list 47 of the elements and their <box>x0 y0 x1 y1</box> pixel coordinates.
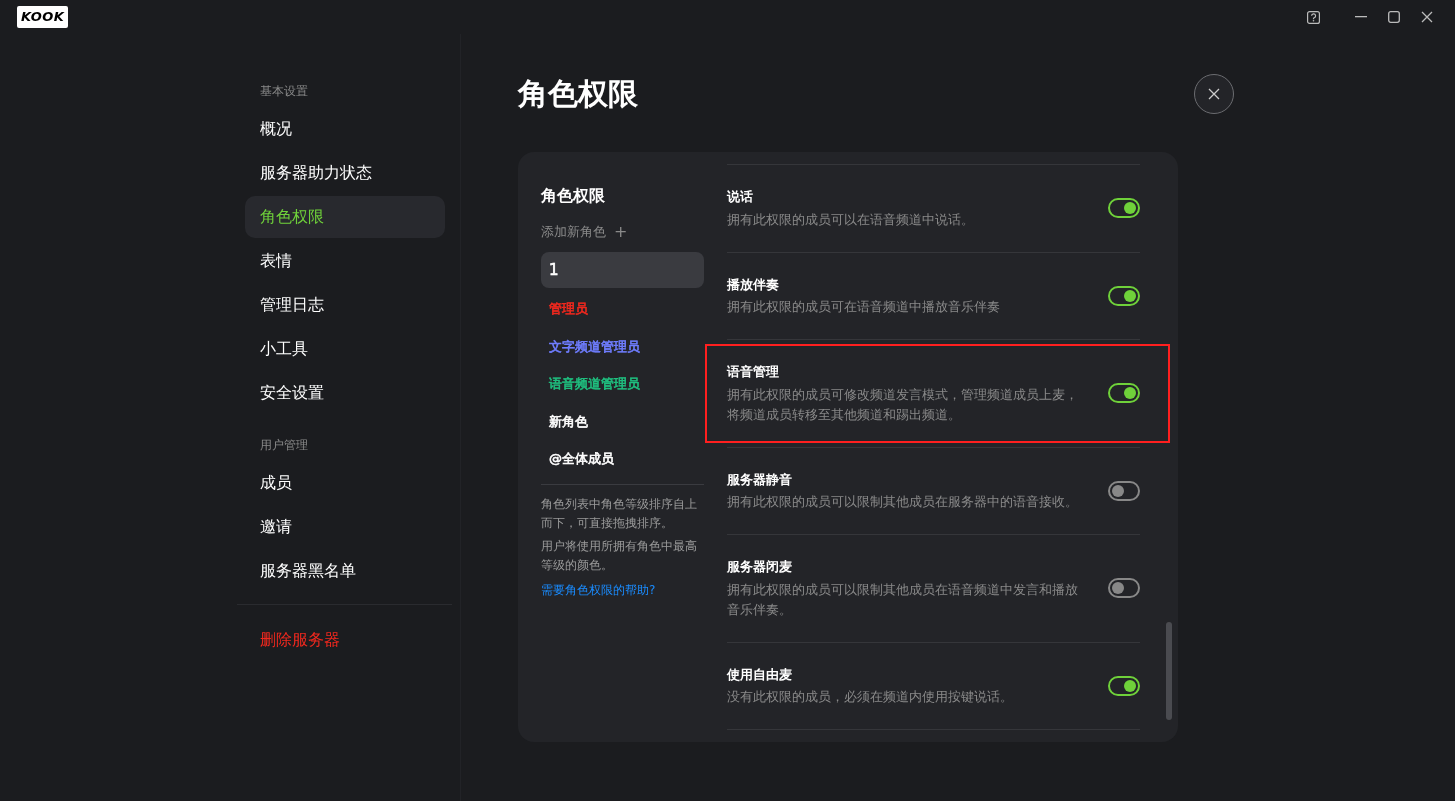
role-item[interactable]: 管理员 <box>541 292 704 326</box>
permission-title: 说话 <box>727 188 754 206</box>
add-role-button[interactable]: 添加新角色 + <box>541 222 628 242</box>
permission-title: 播放伴奏 <box>727 275 780 294</box>
permission-title: 服务器闭麦 <box>727 558 793 576</box>
help-link[interactable]: 需要角色权限的帮助? <box>541 582 656 597</box>
role-item[interactable]: @全体成员 <box>541 442 704 476</box>
permission-description: 没有此权限的成员，必须在频道内使用按键说话。 <box>727 688 1014 706</box>
permission-description: 拥有此权限的成员可以在语音频道中说话。 <box>727 210 975 229</box>
sidebar-item[interactable]: 删除服务器 <box>245 619 445 661</box>
help-text: 用户将使用所拥有角色中最高等级的颜色。 <box>541 537 698 574</box>
permission-title: 使用自由麦 <box>727 665 793 684</box>
permission-description: 拥有此权限的成员可以限制其他成员在语音频道中发言和播放音乐伴奏。 <box>727 580 1079 619</box>
permission-description: 拥有此权限的成员可修改频道发言模式，管理频道成员上麦，将频道成员转移至其他频道和踢出频道。 <box>727 385 1079 424</box>
sidebar-item[interactable]: 表情 <box>245 240 445 282</box>
panel-title: 角色权限 <box>541 185 606 207</box>
toggle-switch[interactable] <box>1108 675 1140 696</box>
section-heading: 用户管理 <box>259 437 309 454</box>
toggle-switch[interactable] <box>1108 383 1140 404</box>
role-item[interactable]: 语音频道管理员 <box>541 367 704 401</box>
role-item[interactable]: 1 <box>541 251 704 288</box>
app-logo: KOOK <box>17 6 69 28</box>
sidebar-item[interactable]: 角色权限 <box>245 196 445 238</box>
toggle-switch[interactable] <box>1108 198 1140 219</box>
sidebar-item[interactable]: 成员 <box>245 462 445 504</box>
role-item[interactable]: 新角色 <box>541 404 704 438</box>
permission-description: 拥有此权限的成员可以限制其他成员在服务器中的语音接收。 <box>727 493 1079 511</box>
sidebar-item[interactable]: 服务器黑名单 <box>245 550 445 592</box>
page-title: 角色权限 <box>518 76 638 112</box>
permission-title: 服务器静音 <box>727 470 793 489</box>
sidebar-item[interactable]: 管理日志 <box>245 284 445 326</box>
permission-title: 语音管理 <box>727 363 780 381</box>
scrollbar-thumb[interactable] <box>1166 622 1172 720</box>
sidebar-item[interactable]: 安全设置 <box>245 372 445 414</box>
plus-icon: + <box>614 223 628 240</box>
permission-description: 拥有此权限的成员可在语音频道中播放音乐伴奏 <box>727 298 1001 316</box>
sidebar-item[interactable]: 小工具 <box>245 328 445 370</box>
help-text: 角色列表中角色等级排序自上而下，可直接拖拽排序。 <box>541 495 698 532</box>
section-heading: 基本设置 <box>259 83 309 100</box>
toggle-switch[interactable] <box>1108 480 1140 501</box>
toggle-switch[interactable] <box>1108 578 1140 599</box>
sidebar-item[interactable]: 概况 <box>245 108 445 150</box>
role-item[interactable]: 文字频道管理员 <box>541 329 704 363</box>
close-icon[interactable] <box>1194 74 1234 114</box>
sidebar-item[interactable]: 服务器助力状态 <box>245 152 445 194</box>
sidebar-item[interactable]: 邀请 <box>245 506 445 548</box>
toggle-switch[interactable] <box>1108 285 1140 306</box>
